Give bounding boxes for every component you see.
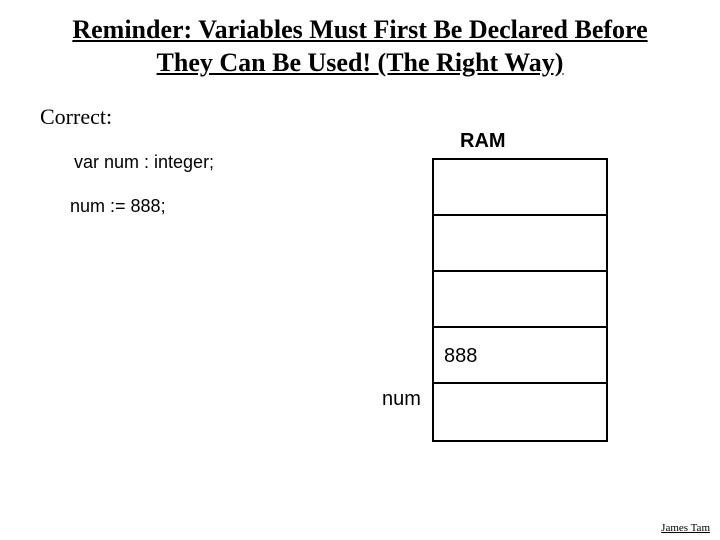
ram-cell: [434, 384, 606, 440]
ram-box: 888: [432, 158, 608, 442]
slide: Reminder: Variables Must First Be Declar…: [0, 0, 720, 540]
ram-cell-num: 888: [434, 328, 606, 384]
title-line-1: Reminder: Variables Must First Be Declar…: [72, 15, 647, 44]
title-line-2: They Can Be Used! (The Right Way): [157, 48, 564, 77]
ram-cell: [434, 160, 606, 216]
num-variable-label: num: [382, 388, 421, 411]
slide-title: Reminder: Variables Must First Be Declar…: [0, 14, 720, 79]
code-line-declaration: var num : integer;: [74, 152, 214, 173]
ram-cell: [434, 216, 606, 272]
author-credit: James Tam: [661, 522, 710, 534]
ram-cell: [434, 272, 606, 328]
code-line-assignment: num := 888;: [70, 196, 166, 217]
correct-label: Correct:: [40, 104, 112, 130]
ram-label: RAM: [460, 130, 506, 153]
